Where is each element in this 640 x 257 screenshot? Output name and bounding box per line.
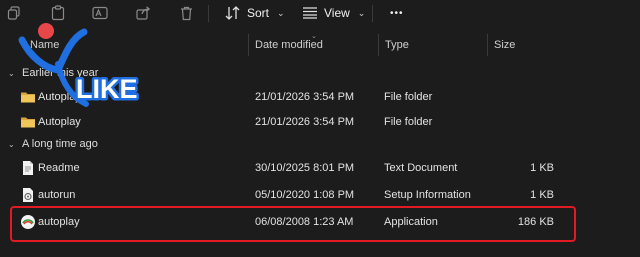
view-icon [303, 7, 317, 19]
column-header-type[interactable]: Type [385, 39, 409, 51]
file-name: Readme [38, 162, 80, 174]
file-name: Autoplay 2026 [38, 91, 109, 103]
file-type: Text Document [384, 162, 458, 174]
file-size: 1 KB [530, 189, 554, 201]
sort-icon [225, 6, 240, 20]
group-header[interactable]: ⌄ Earlier this year [8, 67, 98, 79]
column-header-size[interactable]: Size [494, 39, 515, 51]
file-size: 1 KB [530, 162, 554, 174]
delete-icon[interactable] [176, 3, 196, 23]
view-button[interactable]: View ⌄ [302, 3, 365, 23]
folder-icon [21, 92, 35, 103]
chevron-down-icon: ⌄ [277, 7, 285, 18]
column-header-row: Name ⌄ Date modified Type Size [0, 32, 640, 56]
toolbar-separator [372, 5, 373, 22]
toolbar-separator [208, 5, 209, 22]
paste-icon[interactable] [48, 3, 68, 23]
column-divider[interactable] [248, 34, 249, 56]
column-header-name[interactable]: Name [30, 39, 59, 51]
column-header-date-modified[interactable]: Date modified [255, 39, 323, 51]
chevron-down-icon: ⌄ [8, 139, 15, 149]
file-name: Autoplay [38, 116, 81, 128]
file-type: File folder [384, 91, 433, 103]
group-label: A long time ago [22, 138, 98, 150]
file-type: Setup Information [384, 189, 471, 201]
list-item[interactable]: Autoplay 21/01/2026 3:54 PM File folder [14, 111, 574, 133]
copy-icon[interactable] [4, 3, 24, 23]
sort-button[interactable]: Sort ⌄ [225, 3, 285, 23]
column-divider[interactable] [378, 34, 379, 56]
group-header[interactable]: ⌄ A long time ago [8, 138, 98, 150]
chevron-down-icon: ⌄ [8, 68, 15, 78]
more-options-button[interactable]: ••• [390, 3, 404, 23]
folder-icon [21, 117, 35, 128]
group-label: Earlier this year [22, 67, 99, 79]
file-date: 21/01/2026 3:54 PM [255, 116, 355, 128]
column-divider[interactable] [487, 34, 488, 56]
file-date: 05/10/2020 1:08 PM [255, 189, 355, 201]
file-type: File folder [384, 116, 433, 128]
sort-label: Sort [247, 6, 270, 20]
file-explorer-window: Sort ⌄ View ⌄ ••• Name ⌄ Date modified T… [0, 0, 640, 257]
rename-icon[interactable] [90, 3, 110, 23]
text-document-icon [23, 161, 33, 175]
more-icon: ••• [390, 7, 404, 19]
command-bar: Sort ⌄ View ⌄ ••• [0, 0, 640, 27]
highlight-box [10, 206, 576, 242]
list-item[interactable]: Autoplay 2026 21/01/2026 3:54 PM File fo… [14, 86, 574, 108]
file-date: 30/10/2025 8:01 PM [255, 162, 355, 174]
chevron-down-icon: ⌄ [357, 7, 366, 18]
file-name: autorun [38, 189, 76, 201]
list-item[interactable]: Readme 30/10/2025 8:01 PM Text Document … [14, 157, 574, 179]
list-item[interactable]: autorun 05/10/2020 1:08 PM Setup Informa… [14, 184, 574, 206]
file-date: 21/01/2026 3:54 PM [255, 91, 355, 103]
setup-information-icon [23, 188, 33, 202]
share-icon[interactable] [133, 3, 153, 23]
view-label: View [324, 6, 350, 20]
